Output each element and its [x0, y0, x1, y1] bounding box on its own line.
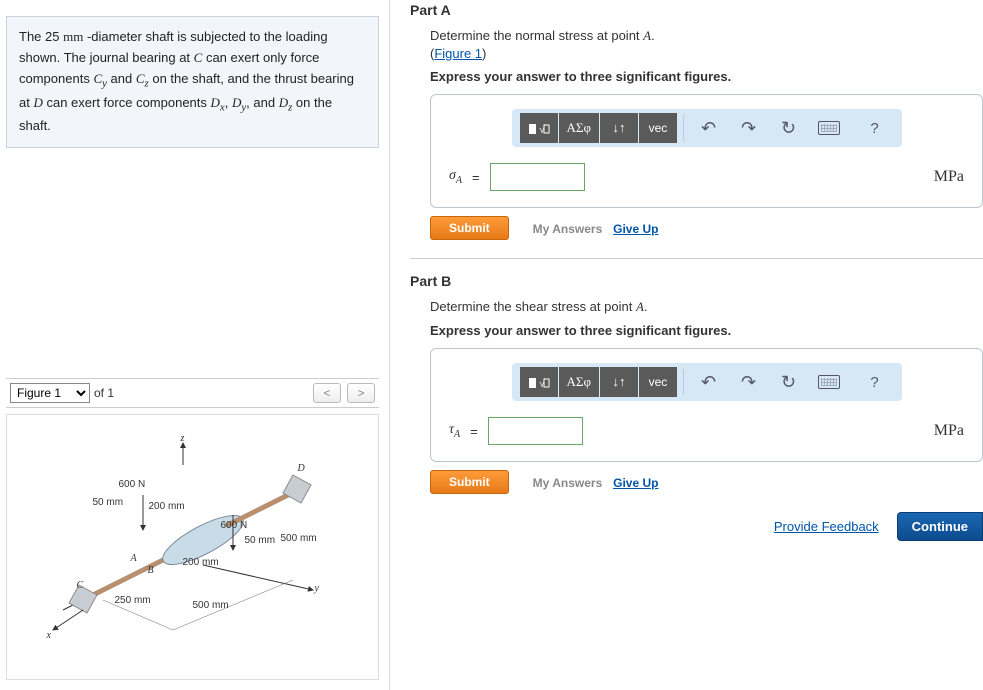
keyboard-icon[interactable] [810, 367, 848, 397]
undo-button[interactable]: ↶ [690, 367, 728, 397]
part-a-giveup-link[interactable]: Give Up [613, 222, 658, 236]
greek-button[interactable]: ΑΣφ [559, 367, 599, 397]
part-b-variable: τA [449, 422, 460, 440]
vec-button[interactable]: vec [639, 367, 677, 397]
svg-text:√: √ [539, 124, 546, 136]
template-button[interactable]: √ [520, 367, 558, 397]
divider [410, 258, 983, 259]
greek-button[interactable]: ΑΣφ [559, 113, 599, 143]
figure-diagram: z y x D C A B 600 N 600 N 50 mm 200 mm 5… [33, 435, 353, 645]
part-a: Part A Determine the normal stress at po… [410, 2, 983, 240]
redo-button[interactable]: ↷ [730, 113, 768, 143]
part-a-prompt: Determine the normal stress at point A. [430, 28, 983, 44]
part-b-instruction: Express your answer to three significant… [430, 323, 983, 338]
part-a-figref: (Figure 1) [430, 46, 983, 61]
reset-button[interactable]: ↻ [770, 113, 808, 143]
vec-button[interactable]: vec [639, 113, 677, 143]
reset-button[interactable]: ↻ [770, 367, 808, 397]
problem-statement: The 25 mm -diameter shaft is subjected t… [6, 16, 379, 148]
my-answers-label: My Answers [533, 222, 603, 236]
subscript-button[interactable]: ↓↑ [600, 367, 638, 397]
figure-link[interactable]: Figure 1 [434, 46, 482, 61]
svg-text:√: √ [539, 378, 546, 390]
part-a-instruction: Express your answer to three significant… [430, 69, 983, 84]
figure-count: of 1 [94, 386, 114, 400]
figure-header: Figure 1 of 1 < > [6, 378, 379, 408]
part-b-title: Part B [410, 273, 983, 289]
figure-panel: z y x D C A B 600 N 600 N 50 mm 200 mm 5… [6, 414, 379, 680]
help-button[interactable]: ? [856, 113, 894, 143]
undo-button[interactable]: ↶ [690, 113, 728, 143]
help-button[interactable]: ? [856, 367, 894, 397]
continue-button[interactable]: Continue [897, 512, 983, 541]
part-a-unit: MPa [934, 168, 964, 186]
redo-button[interactable]: ↷ [730, 367, 768, 397]
equation-toolbar: √ ΑΣφ ↓↑ vec ↶ ↷ ↻ ? [512, 363, 902, 401]
part-a-submit-button[interactable]: Submit [430, 216, 509, 240]
template-button[interactable]: √ [520, 113, 558, 143]
part-b-unit: MPa [934, 422, 964, 440]
part-a-answer-box: √ ΑΣφ ↓↑ vec ↶ ↷ ↻ ? [430, 94, 983, 208]
part-b-answer-input[interactable] [488, 417, 583, 445]
my-answers-label: My Answers [533, 476, 603, 490]
part-a-title: Part A [410, 2, 983, 18]
part-b-giveup-link[interactable]: Give Up [613, 476, 658, 490]
figure-next-button[interactable]: > [347, 383, 375, 403]
part-b-submit-button[interactable]: Submit [430, 470, 509, 494]
provide-feedback-link[interactable]: Provide Feedback [774, 519, 879, 534]
figure-select[interactable]: Figure 1 [10, 383, 90, 403]
figure-prev-button[interactable]: < [313, 383, 341, 403]
part-a-variable: σA [449, 168, 462, 186]
part-a-answer-input[interactable] [490, 163, 585, 191]
part-b: Part B Determine the shear stress at poi… [410, 273, 983, 494]
part-b-answer-box: √ ΑΣφ ↓↑ vec ↶ ↷ ↻ ? [430, 348, 983, 462]
part-b-prompt: Determine the shear stress at point A. [430, 299, 983, 315]
keyboard-icon[interactable] [810, 113, 848, 143]
subscript-button[interactable]: ↓↑ [600, 113, 638, 143]
equation-toolbar: √ ΑΣφ ↓↑ vec ↶ ↷ ↻ ? [512, 109, 902, 147]
